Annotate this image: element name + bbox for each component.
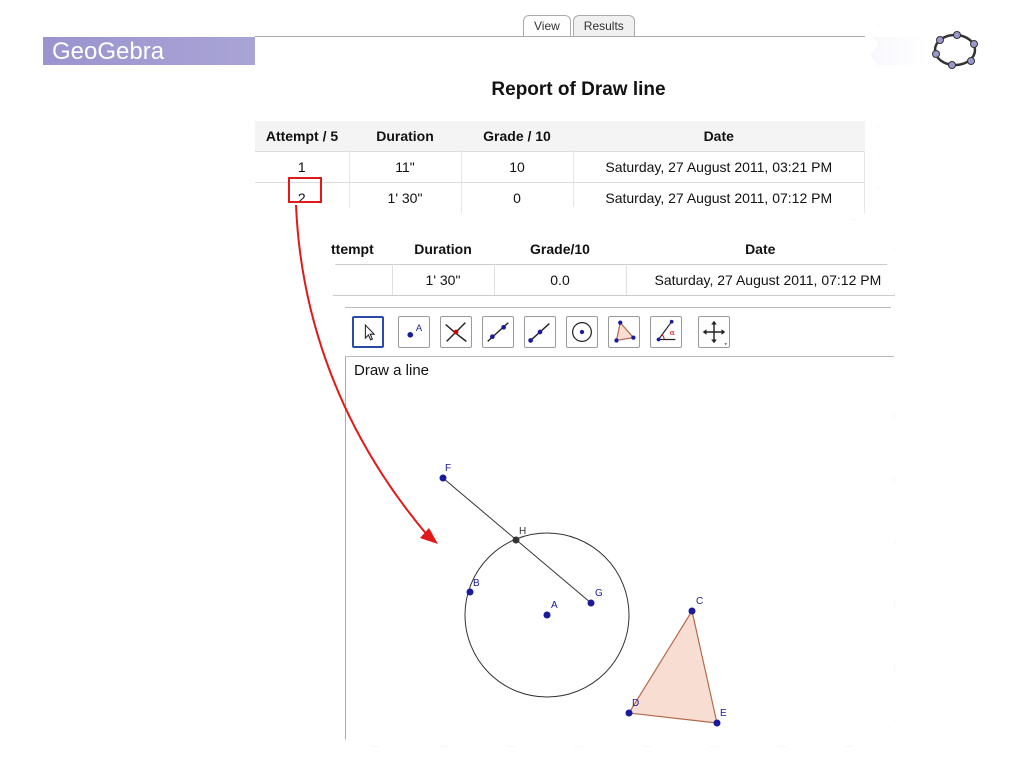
label-g: G: [595, 588, 603, 599]
date-cell: Saturday, 27 August 2011, 03:21 PM: [573, 151, 865, 183]
column-header-duration: Duration: [414, 241, 472, 257]
tab-divider: [255, 36, 865, 37]
label-e: E: [720, 708, 727, 719]
attempts-table: Attempt / 5 Duration Grade / 10 Date 1 1…: [255, 121, 865, 213]
geogebra-logo-icon: [932, 31, 978, 69]
point-tool-button[interactable]: A: [398, 316, 430, 348]
table-header-row: ttempt Duration Grade/10 Date: [330, 234, 895, 265]
circle-tool-button[interactable]: [566, 316, 598, 348]
column-header-attempt: Attempt / 5: [255, 121, 349, 152]
polygon-tool-button[interactable]: [608, 316, 640, 348]
attempt-highlight-box: [288, 177, 322, 203]
duration-cell: 1' 30": [349, 182, 462, 213]
line-tool-icon: [487, 322, 509, 342]
intersect-tool-icon: [445, 322, 467, 342]
point-c[interactable]: [688, 607, 696, 615]
table-header-row: Attempt / 5 Duration Grade / 10 Date: [255, 121, 865, 152]
svg-text:A: A: [416, 323, 423, 333]
move-graphics-view-icon: [702, 320, 728, 346]
column-header-date: Date: [573, 121, 865, 152]
grade-cell: 0: [461, 182, 574, 213]
date-cell: Saturday, 27 August 2011, 07:12 PM: [573, 182, 865, 213]
grade-cell: 0.0: [494, 264, 627, 296]
point-h[interactable]: [512, 536, 520, 544]
attempt-detail-panel: ttempt Duration Grade/10 Date 1' 30" 0.0…: [330, 222, 895, 747]
column-header-attempt: ttempt: [331, 241, 374, 257]
segment-tool-button[interactable]: [524, 316, 556, 348]
angle-tool-button[interactable]: α: [650, 316, 682, 348]
point-e[interactable]: [713, 719, 721, 727]
point-g[interactable]: [587, 599, 595, 607]
report-tabs: View Results: [523, 15, 635, 36]
report-title: Report of Draw line: [491, 79, 666, 100]
move-graphics-view-button[interactable]: [698, 316, 730, 348]
intersect-tool-button[interactable]: [440, 316, 472, 348]
segment-tool-icon: [528, 323, 550, 343]
label-c: C: [696, 596, 703, 607]
column-header-duration: Duration: [349, 121, 461, 152]
label-f: F: [445, 463, 451, 474]
svg-text:α: α: [670, 328, 675, 337]
point-tool-icon: A: [407, 323, 423, 338]
label-h: H: [519, 526, 526, 537]
circle-tool-icon: [572, 322, 592, 342]
column-header-grade: Grade/10: [530, 241, 590, 257]
column-header-grade: Grade / 10: [461, 121, 573, 152]
report-panel: View Results Report of Draw line Attempt…: [255, 3, 879, 220]
column-header-date: Date: [745, 241, 776, 257]
polygon-tool-icon: [614, 320, 636, 343]
point-d[interactable]: [625, 709, 633, 717]
triangle-cde[interactable]: [627, 609, 718, 724]
table-row[interactable]: 2 1' 30" 0 Saturday, 27 August 2011, 07:…: [255, 182, 865, 213]
angle-tool-icon: α: [656, 319, 676, 342]
tab-view[interactable]: View: [523, 15, 571, 36]
point-a[interactable]: [543, 611, 551, 619]
line-tool-button[interactable]: [482, 316, 514, 348]
graphics-view[interactable]: F H B A G C D E: [345, 357, 895, 747]
attempt-cell: [330, 264, 393, 296]
duration-cell: 1' 30": [392, 264, 495, 296]
duration-cell: 11": [349, 151, 462, 183]
move-tool-icon: [364, 323, 376, 341]
geogebra-toolbar: A α: [345, 307, 895, 357]
point-f[interactable]: [439, 474, 447, 482]
attempt-summary-table: ttempt Duration Grade/10 Date 1' 30" 0.0…: [330, 234, 895, 296]
move-tool-button[interactable]: [352, 316, 384, 348]
label-d: D: [632, 698, 639, 709]
date-cell: Saturday, 27 August 2011, 07:12 PM: [626, 264, 895, 296]
table-row: 1' 30" 0.0 Saturday, 27 August 2011, 07:…: [330, 264, 895, 296]
label-a: A: [551, 600, 558, 611]
tab-results[interactable]: Results: [572, 15, 635, 36]
point-b[interactable]: [466, 588, 474, 596]
grade-cell: 10: [461, 151, 574, 183]
label-b: B: [473, 578, 480, 589]
table-row[interactable]: 1 11" 10 Saturday, 27 August 2011, 03:21…: [255, 151, 865, 183]
brand-title: GeoGebra: [52, 38, 165, 65]
